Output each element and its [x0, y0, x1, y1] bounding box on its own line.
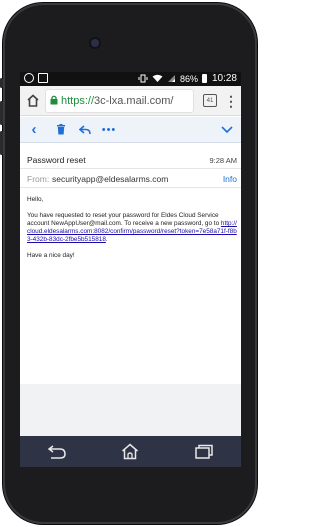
- reply-icon: [79, 124, 91, 134]
- back-nav-icon: [47, 444, 66, 459]
- from-address: securityapp@eldesalarms.com: [52, 174, 169, 184]
- recents-nav-icon: [195, 444, 213, 459]
- battery-percent: 86%: [179, 73, 198, 84]
- browser-home-button[interactable]: [20, 86, 46, 116]
- url-host: 3c-lxa.mail.com/: [94, 94, 174, 107]
- menu-icon: ⋮: [224, 92, 238, 109]
- message-footer-area: [20, 384, 241, 436]
- image-icon: [38, 73, 48, 83]
- from-label: From:: [27, 174, 50, 184]
- system-nav-bar: [20, 436, 241, 467]
- expand-button[interactable]: [215, 117, 239, 143]
- mail-toolbar: ‹ •••: [20, 117, 241, 143]
- status-bar: 86% 10:28: [20, 72, 241, 86]
- info-link[interactable]: Info: [223, 174, 237, 184]
- home-icon: [27, 94, 39, 107]
- nav-recents-button[interactable]: [189, 439, 219, 465]
- vibrate-icon: [138, 74, 148, 83]
- menu-button[interactable]: ⋮: [221, 94, 241, 108]
- trash-icon: [57, 124, 65, 135]
- message-subject: Password reset: [27, 155, 86, 165]
- more-icon: •••: [101, 123, 117, 136]
- battery-icon: [201, 74, 207, 83]
- more-button[interactable]: •••: [98, 117, 120, 143]
- volume-up-button: [0, 101, 3, 125]
- tabs-button[interactable]: 41: [203, 94, 217, 107]
- volume-down-button: [0, 131, 3, 155]
- url-field[interactable]: https://3c-lxa.mail.com/: [46, 89, 193, 112]
- chevron-down-icon: [221, 126, 233, 133]
- front-camera: [91, 39, 99, 47]
- message-subject-row: Password reset 9:28 AM: [20, 152, 241, 168]
- message-body: Hello, You have requested to reset your …: [27, 196, 237, 268]
- delete-button[interactable]: [50, 117, 72, 143]
- closing: Have a nice day!: [27, 252, 75, 259]
- nav-home-button[interactable]: [115, 439, 145, 465]
- clock: 10:28: [211, 73, 237, 84]
- message-paragraph: You have requested to reset your passwor…: [27, 212, 237, 244]
- message-time: 9:28 AM: [209, 156, 237, 165]
- message-text: You have requested to reset your passwor…: [27, 212, 220, 227]
- greeting: Hello,: [27, 196, 44, 203]
- phone-screen: 86% 10:28 https://3c-lxa.mail.com/ 41 ⋮ …: [20, 72, 241, 467]
- url-scheme: https://: [61, 94, 95, 107]
- link-suffix: .: [105, 236, 108, 243]
- back-icon: ‹: [31, 121, 37, 138]
- tabs-icon: 41: [206, 97, 214, 104]
- reply-button[interactable]: [74, 117, 96, 143]
- back-button[interactable]: ‹: [24, 117, 44, 143]
- power-button: [0, 78, 3, 88]
- wifi-icon: [152, 74, 163, 82]
- signal-icon: [167, 75, 175, 82]
- whatsapp-icon: [24, 73, 34, 83]
- lock-icon: [50, 95, 58, 107]
- home-nav-icon: [122, 443, 139, 460]
- nav-back-button[interactable]: [42, 439, 72, 465]
- message-from-row: From: securityapp@eldesalarms.com Info: [20, 168, 241, 188]
- browser-url-bar: https://3c-lxa.mail.com/ 41 ⋮: [20, 86, 241, 116]
